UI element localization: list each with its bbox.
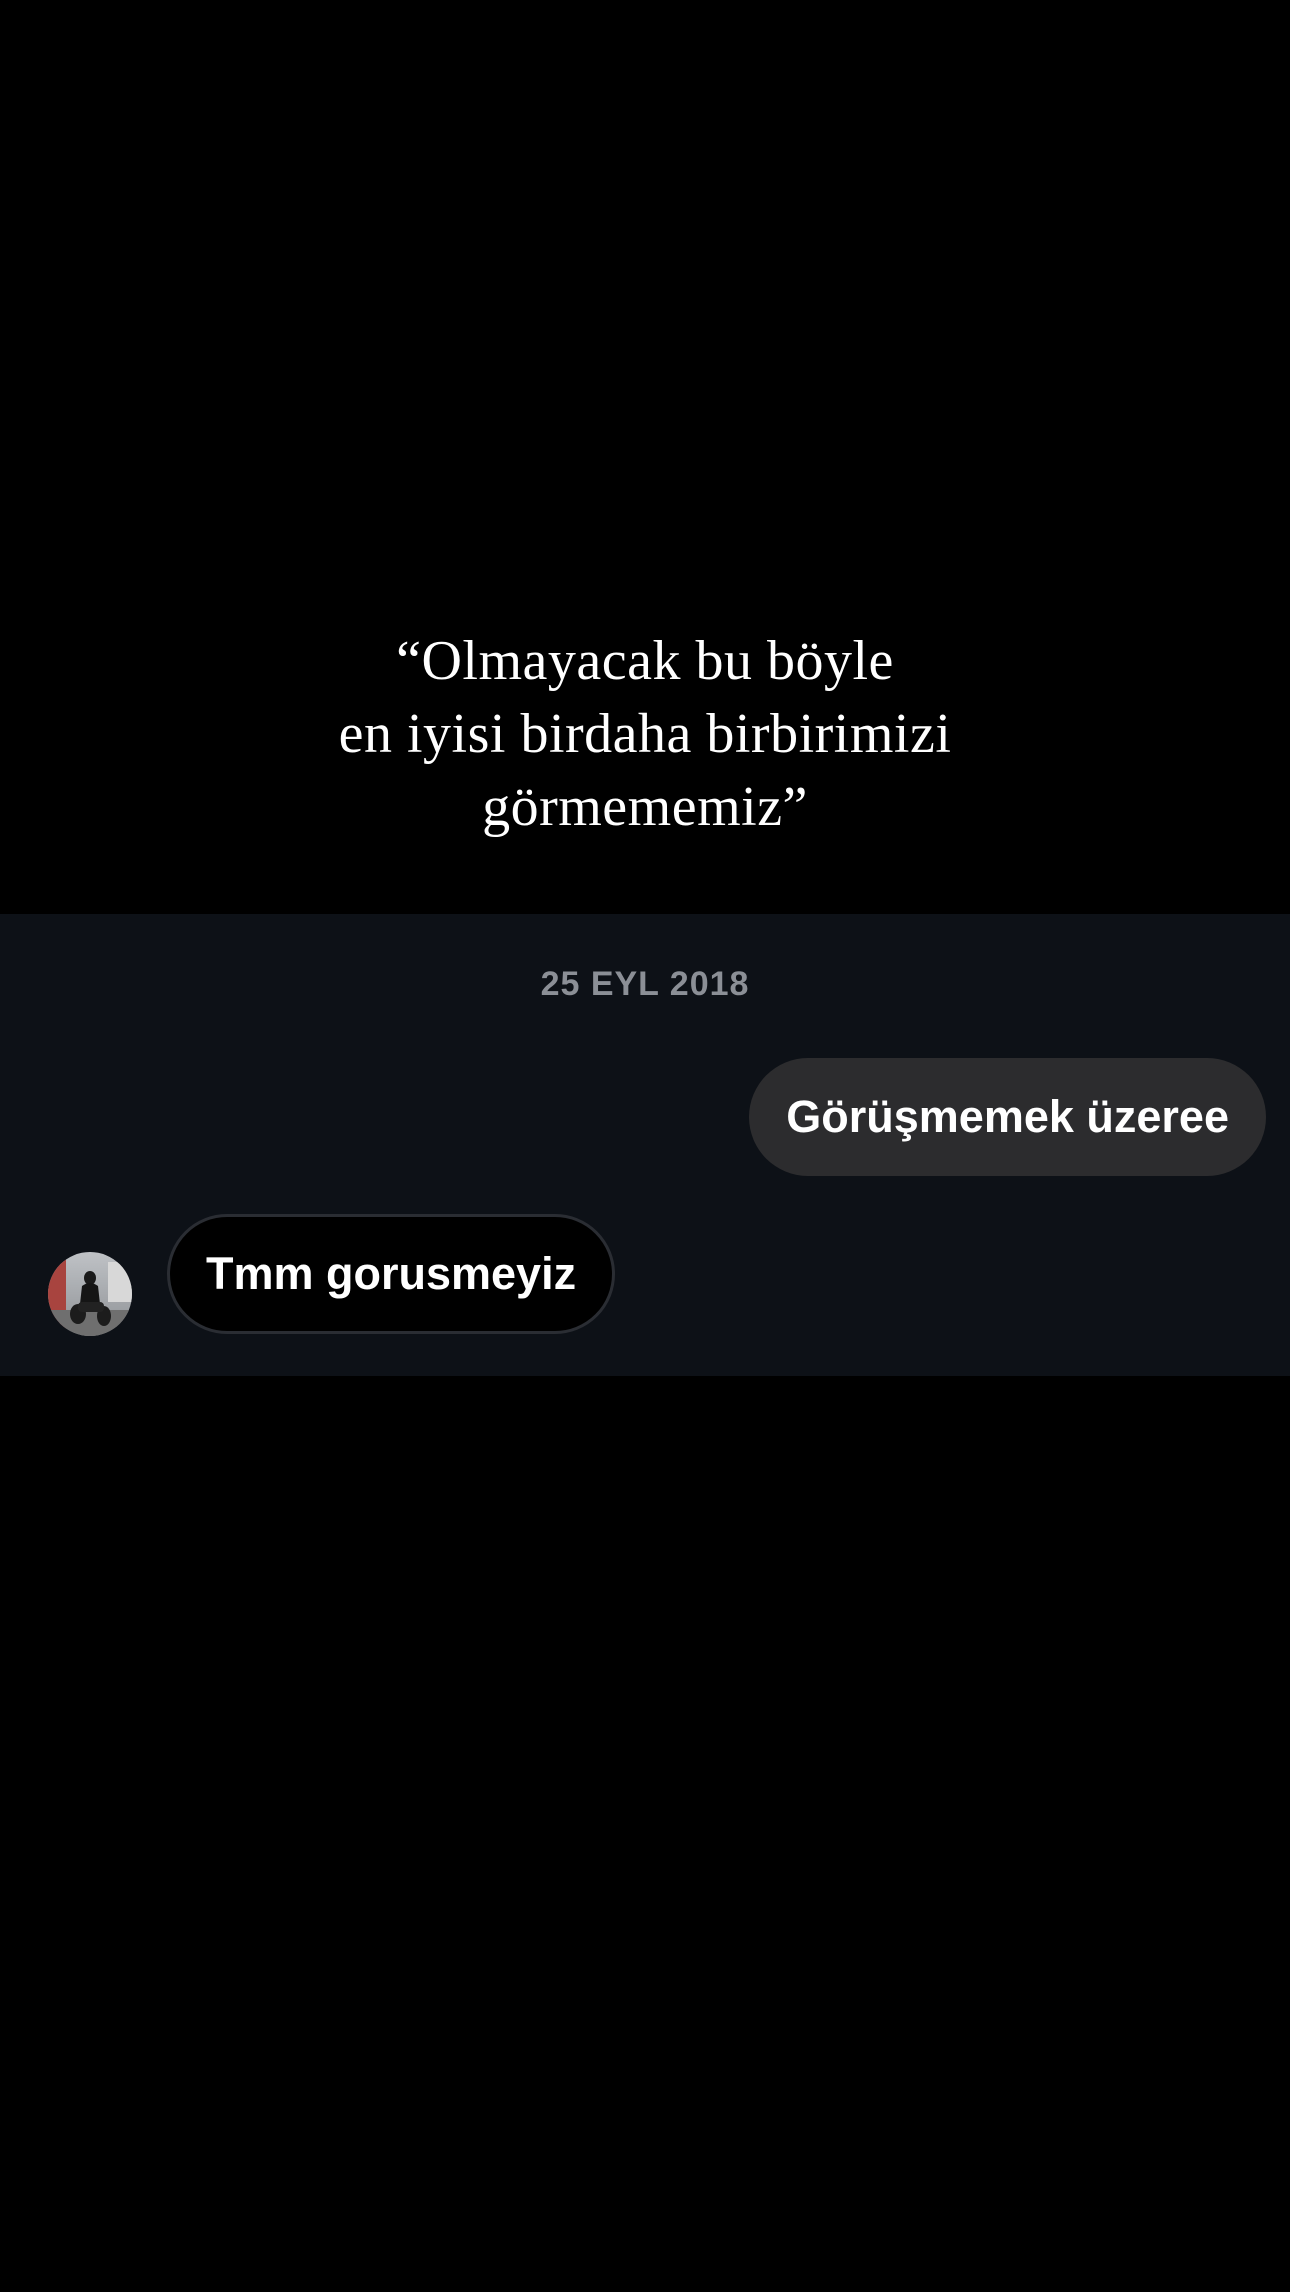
quote-line-1: “Olmayacak bu böyle [396,630,894,692]
sent-message-bubble[interactable]: Görüşmemek üzeree [749,1058,1266,1176]
user-avatar-icon[interactable] [48,1252,132,1336]
quote-line-2: en iyisi birdaha birbirimizi [338,703,952,765]
date-separator: 25 EYL 2018 [540,965,750,1003]
quote-text: “Olmayacak bu böyle en iyisi birdaha bir… [0,625,1290,844]
chat-screenshot-card: 25 EYL 2018 Görüşmemek üzeree Tmm gorusm… [0,914,1290,1376]
quote-line-3: görmememiz” [482,776,808,838]
received-message-row: Tmm gorusmeyiz [0,1214,1290,1336]
avatar-photo-icon [48,1252,132,1336]
received-message-bubble[interactable]: Tmm gorusmeyiz [167,1214,616,1334]
